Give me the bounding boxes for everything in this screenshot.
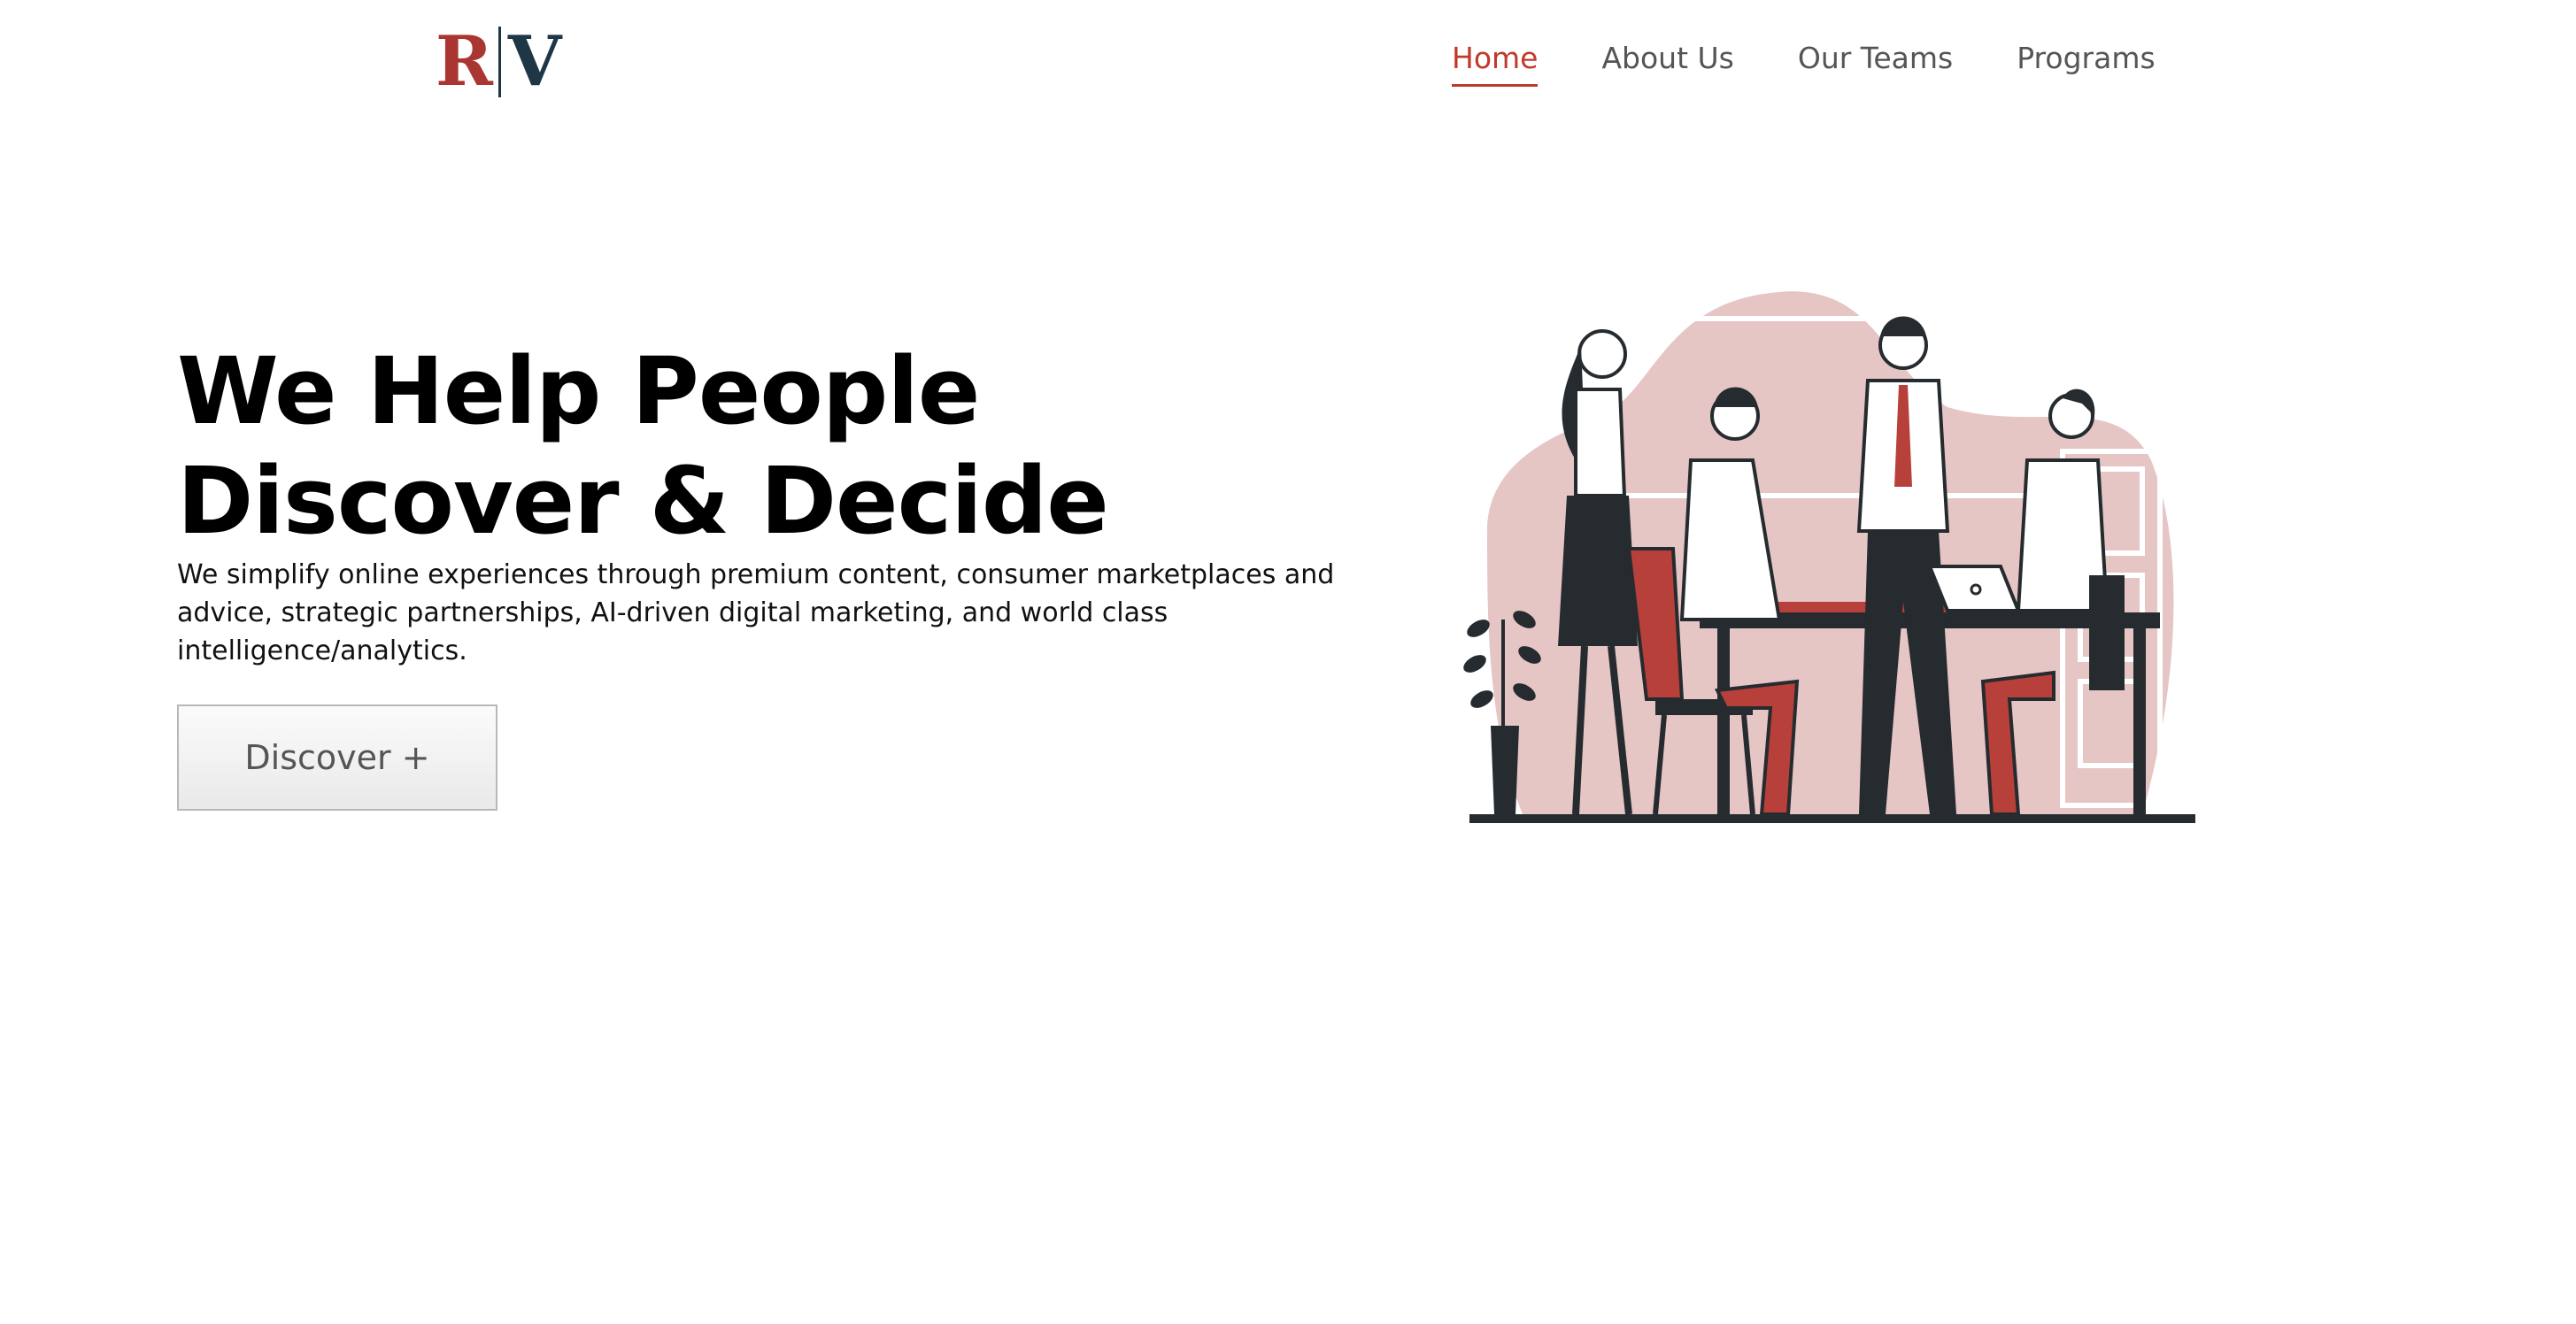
discover-button[interactable]: Discover + [177, 704, 497, 811]
logo-letter-v: V [507, 21, 562, 102]
logo[interactable]: R V [436, 27, 561, 97]
logo-letter-r: R [436, 21, 493, 102]
laptop-icon [1927, 565, 2021, 612]
nav-our-teams[interactable]: Our Teams [1798, 41, 1953, 87]
logo-divider [497, 27, 501, 97]
hero-title: We Help People Discover & Decide [177, 337, 1109, 555]
nav-home[interactable]: Home [1452, 41, 1539, 87]
hero-subtitle: We simplify online experiences through p… [177, 559, 1335, 666]
page: R V Home About Us Our Teams Programs We … [0, 0, 2576, 1324]
main-nav: Home About Us Our Teams Programs [1452, 41, 2156, 87]
nav-programs[interactable]: Programs [2017, 41, 2155, 87]
team-meeting-illustration [1463, 291, 2195, 823]
nav-about-us[interactable]: About Us [1601, 41, 1733, 87]
floor-line [1469, 814, 2195, 823]
